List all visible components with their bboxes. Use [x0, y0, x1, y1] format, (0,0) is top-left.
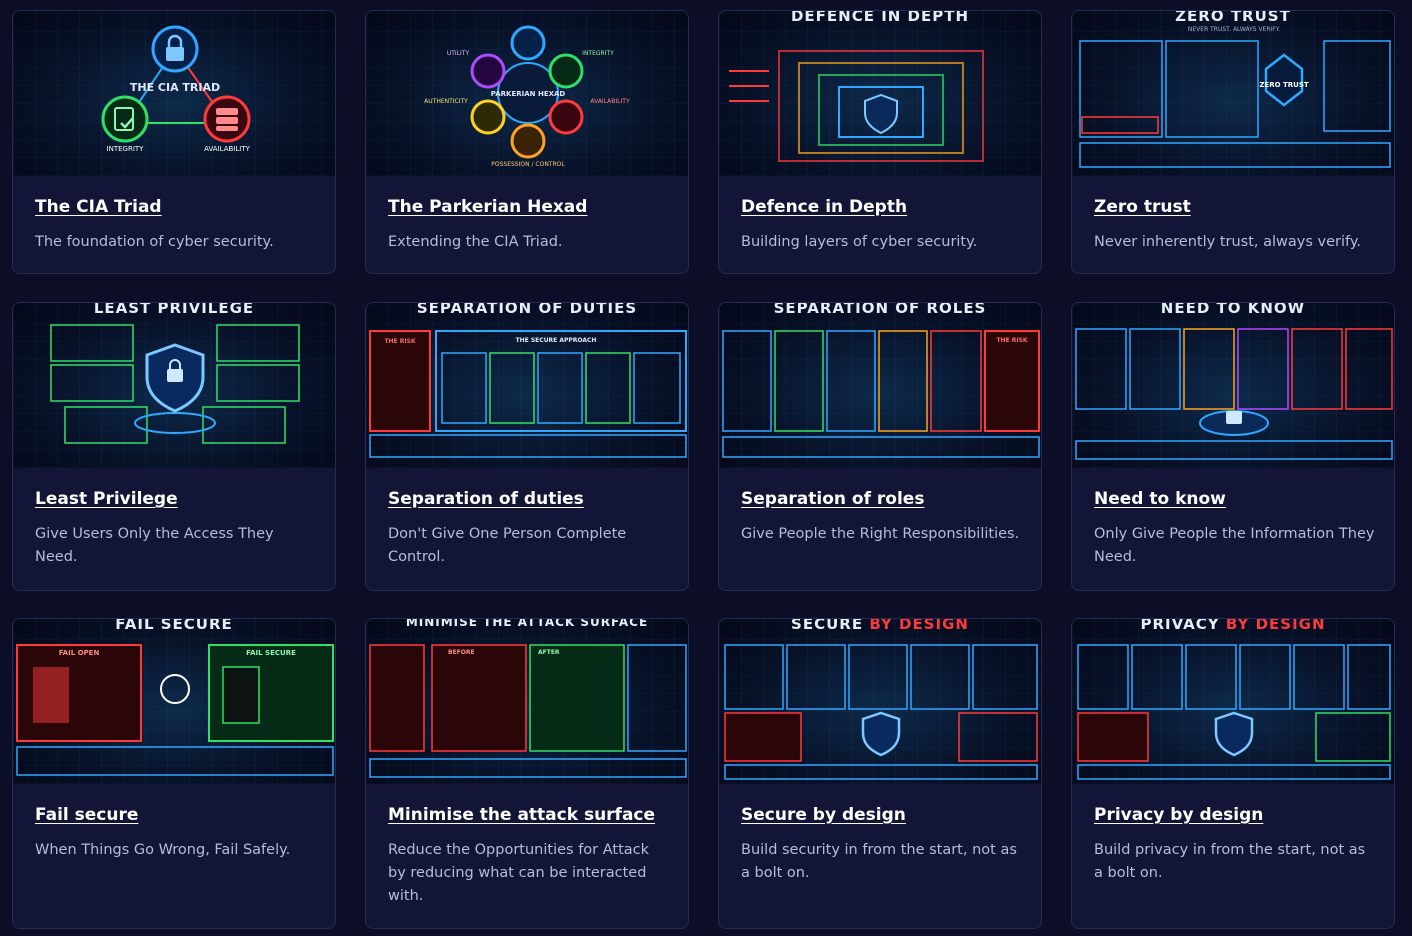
card-secure-by-design[interactable]: SECURE BY DESIGN Secure by design Build … — [718, 618, 1042, 929]
card-description: Only Give People the Information They Ne… — [1094, 526, 1375, 565]
card-thumbnail[interactable]: NEED TO KNOW — [1072, 303, 1394, 468]
card-description: The foundation of cyber security. — [35, 234, 274, 250]
card-thumbnail[interactable]: SEPARATION OF ROLES THE RISK — [719, 303, 1041, 468]
card-description: When Things Go Wrong, Fail Safely. — [35, 842, 291, 858]
lock-icon — [151, 25, 199, 73]
card-thumbnail[interactable]: THE CIA TRIAD INTEGRITY AVAILABILITY — [13, 11, 335, 176]
gear-icon — [470, 53, 506, 89]
card-separation-of-roles[interactable]: SEPARATION OF ROLES THE RISK Separation … — [718, 302, 1042, 591]
card-description: Build security in from the start, not as… — [741, 842, 1017, 881]
card-minimise-attack-surface[interactable]: MINIMISE THE ATTACK SURFACE BEFORE AFTER… — [365, 618, 689, 929]
card-fail-secure[interactable]: FAIL SECURE FAIL OPEN FAIL SECURE Fail s… — [12, 618, 336, 929]
card-title[interactable]: Separation of roles — [741, 489, 924, 509]
lock-icon — [510, 25, 546, 61]
card-thumbnail[interactable]: SEPARATION OF DUTIES THE RISK THE SECURE… — [366, 303, 688, 468]
card-thumbnail[interactable]: SECURE BY DESIGN — [719, 619, 1041, 784]
database-icon — [510, 123, 546, 159]
thumbnail-label: AVAILABILITY — [204, 145, 250, 153]
card-thumbnail[interactable]: MINIMISE THE ATTACK SURFACE BEFORE AFTER — [366, 619, 688, 784]
card-thumbnail[interactable]: FAIL SECURE FAIL OPEN FAIL SECURE — [13, 619, 335, 784]
thumbnail-label: THE RISK — [384, 338, 415, 345]
card-title[interactable]: Secure by design — [741, 805, 906, 825]
thumbnail-label: BEFORE — [448, 649, 475, 656]
thumbnail-label: THE CIA TRIAD — [130, 81, 220, 94]
thumbnail-label: THE SECURE APPROACH — [516, 337, 597, 344]
thumbnail-label: INTEGRITY — [582, 50, 614, 57]
thumbnail-label: THE RISK — [996, 337, 1027, 344]
card-title[interactable]: Need to know — [1094, 489, 1226, 509]
card-thumbnail[interactable]: LEAST PRIVILEGE — [13, 303, 335, 468]
thumbnail-label: ZERO TRUST — [1259, 81, 1309, 89]
card-need-to-know[interactable]: NEED TO KNOW Need to know Only Give Peop… — [1071, 302, 1395, 591]
card-title[interactable]: Separation of duties — [388, 489, 584, 509]
card-separation-of-duties[interactable]: SEPARATION OF DUTIES THE RISK THE SECURE… — [365, 302, 689, 591]
server-icon — [548, 99, 584, 135]
card-description: Give People the Right Responsibilities. — [741, 526, 1020, 542]
card-title[interactable]: Zero trust — [1094, 197, 1191, 217]
thumbnail-label: UTILITY — [447, 50, 470, 57]
card-title[interactable]: Privacy by design — [1094, 805, 1263, 825]
checklist-icon — [548, 53, 584, 89]
checklist-icon — [101, 95, 149, 143]
card-description: Extending the CIA Triad. — [388, 234, 563, 250]
card-description: Reduce the Opportunities for Attack by r… — [388, 842, 650, 904]
thumbnail-label: FAIL SECURE — [246, 649, 296, 657]
thumbnail-label: AUTHENTICITY — [424, 98, 468, 105]
thumbnail-label: AVAILABILITY — [590, 98, 630, 105]
card-title[interactable]: Minimise the attack surface — [388, 805, 655, 825]
thumbnail-subheading: NEVER TRUST. ALWAYS VERIFY. — [1188, 26, 1280, 33]
card-title[interactable]: Fail secure — [35, 805, 138, 825]
card-description: Don't Give One Person Complete Control. — [388, 526, 627, 565]
card-cia-triad[interactable]: THE CIA TRIAD INTEGRITY AVAILABILITY The… — [12, 10, 336, 274]
card-description: Never inherently trust, always verify. — [1094, 234, 1361, 250]
card-title[interactable]: Defence in Depth — [741, 197, 907, 217]
id-card-icon — [470, 99, 506, 135]
card-least-privilege[interactable]: LEAST PRIVILEGE Least Privilege Give Use… — [12, 302, 336, 591]
thumbnail-label: INTEGRITY — [107, 145, 145, 153]
card-title[interactable]: The Parkerian Hexad — [388, 197, 587, 217]
shield-lock-icon — [1214, 711, 1254, 757]
lock-icon — [1199, 410, 1269, 436]
thumbnail-label: AFTER — [538, 649, 560, 656]
shield-lock-icon — [861, 711, 901, 757]
thumbnail-label: POSSESSION / CONTROL — [491, 161, 565, 168]
card-thumbnail[interactable]: DEFENCE IN DEPTH — [719, 11, 1041, 176]
card-zero-trust[interactable]: ZERO TRUST NEVER TRUST. ALWAYS VERIFY. Z… — [1071, 10, 1395, 274]
card-title[interactable]: Least Privilege — [35, 489, 178, 509]
card-title[interactable]: The CIA Triad — [35, 197, 162, 217]
thumbnail-label: FAIL OPEN — [59, 649, 100, 657]
server-icon — [203, 95, 251, 143]
thumbnail-label: PARKERIAN HEXAD — [491, 90, 566, 98]
card-description: Build privacy in from the start, not as … — [1094, 842, 1366, 881]
card-defence-in-depth[interactable]: DEFENCE IN DEPTH Defence in Depth Buildi… — [718, 10, 1042, 274]
card-description: Building layers of cyber security. — [741, 234, 978, 250]
shield-icon — [864, 93, 898, 135]
card-thumbnail[interactable]: PARKERIAN HEXAD UTILITY INTEGRITY AUTHEN… — [366, 11, 688, 176]
card-thumbnail[interactable]: ZERO TRUST NEVER TRUST. ALWAYS VERIFY. Z… — [1072, 11, 1394, 176]
card-privacy-by-design[interactable]: PRIVACY BY DESIGN Privacy by design Buil… — [1071, 618, 1395, 929]
card-thumbnail[interactable]: PRIVACY BY DESIGN — [1072, 619, 1394, 784]
card-parkerian-hexad[interactable]: PARKERIAN HEXAD UTILITY INTEGRITY AUTHEN… — [365, 10, 689, 274]
card-description: Give Users Only the Access They Need. — [35, 526, 274, 565]
shield-lock-icon — [145, 343, 205, 413]
